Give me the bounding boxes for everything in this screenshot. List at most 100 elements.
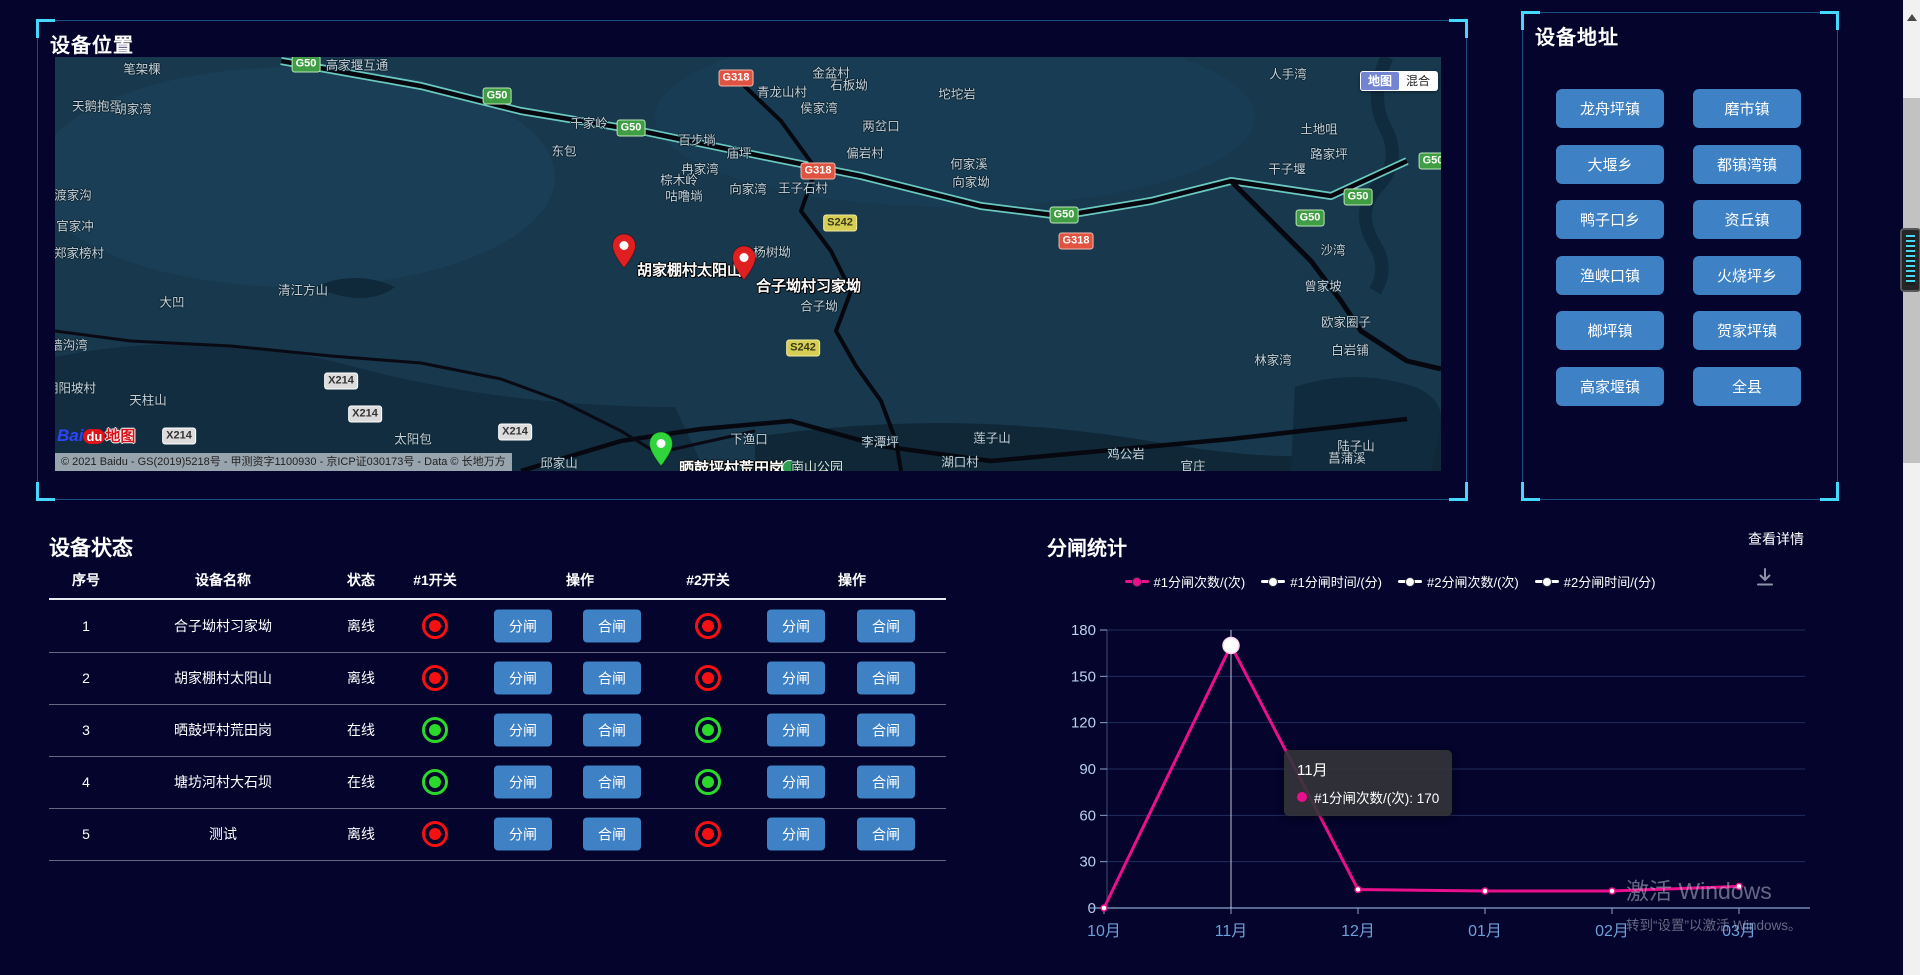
- address-button-2[interactable]: 磨市镇: [1693, 89, 1801, 128]
- map-toggle-hybrid[interactable]: 混合: [1399, 72, 1437, 90]
- road-badge-x214: X214: [348, 406, 382, 423]
- legend-dot: [1542, 577, 1552, 587]
- address-button-10[interactable]: 贺家坪镇: [1693, 311, 1801, 350]
- map-place-label: 土地咀: [1300, 119, 1338, 138]
- switch2-close-button[interactable]: 合闸: [857, 610, 915, 643]
- switch1-close-button[interactable]: 合闸: [583, 818, 641, 851]
- map-marker-label: 晒鼓坪村荒田岗: [679, 457, 784, 471]
- switch2-indicator: [695, 717, 721, 743]
- map-place-label: 向家湾: [729, 179, 767, 198]
- address-button-3[interactable]: 大堰乡: [1556, 145, 1664, 184]
- switch1-indicator: [422, 717, 448, 743]
- address-button-7[interactable]: 渔峡口镇: [1556, 256, 1664, 295]
- address-button-9[interactable]: 榔坪镇: [1556, 311, 1664, 350]
- map-place-label: 偏岩村: [846, 143, 884, 162]
- svg-text:60: 60: [1079, 807, 1096, 824]
- device-status: 离线: [347, 616, 375, 636]
- switch1-close-button[interactable]: 合闸: [583, 662, 641, 695]
- tooltip-series-dot: [1297, 792, 1307, 802]
- switch2-indicator: [695, 613, 721, 639]
- chart-tooltip: 11月 #1分闸次数/(次): 170: [1284, 750, 1452, 816]
- map-place-label: 千家岭: [570, 113, 608, 132]
- map-place-label: 人手湾: [1269, 64, 1307, 83]
- scrollbar-up-arrow[interactable]: [1907, 14, 1917, 21]
- switch1-open-button[interactable]: 分闸: [494, 766, 552, 799]
- map-place-label: 庙坪: [726, 143, 751, 162]
- table-row: 3晒鼓坪村荒田岗在线分闸合闸分闸合闸: [49, 704, 946, 757]
- corner-bracket: [1449, 482, 1468, 501]
- map-place-label: 王子石村: [778, 178, 828, 197]
- switch1-close-button[interactable]: 合闸: [583, 714, 641, 747]
- address-button-6[interactable]: 资丘镇: [1693, 200, 1801, 239]
- switch1-open-button[interactable]: 分闸: [494, 818, 552, 851]
- switch1-open-button[interactable]: 分闸: [494, 610, 552, 643]
- switch1-open-button[interactable]: 分闸: [494, 714, 552, 747]
- device-status: 在线: [347, 720, 375, 740]
- map-marker-red[interactable]: [611, 233, 637, 269]
- map-place-label: 何家溪: [950, 154, 988, 173]
- device-name: 胡家棚村太阳山: [174, 668, 272, 688]
- svg-text:120: 120: [1071, 715, 1096, 732]
- device-address-title: 设备地址: [1535, 21, 1619, 50]
- legend-item[interactable]: #1分闸时间/(分): [1261, 572, 1382, 591]
- address-button-8[interactable]: 火烧坪乡: [1693, 256, 1801, 295]
- map-place-label: 坨坨岩: [938, 84, 976, 103]
- map-place-label: 鸡公岩: [1107, 444, 1145, 463]
- baidu-map[interactable]: 高家堰互通青龙山村金盆村石板坳坨坨岩侯家湾两岔口千家岭东包百步埫庙坪冉家湾棕木岭…: [55, 57, 1441, 471]
- device-status-title: 设备状态: [49, 532, 133, 562]
- map-place-label: 下渔口: [730, 429, 768, 448]
- row-index: 3: [82, 722, 90, 738]
- map-place-label: 官家冲: [56, 216, 94, 235]
- switch2-open-button[interactable]: 分闸: [767, 766, 825, 799]
- view-details-link[interactable]: 查看详情: [1748, 529, 1804, 549]
- map-toggle-map[interactable]: 地图: [1361, 72, 1399, 90]
- svg-text:30: 30: [1079, 854, 1096, 871]
- map-place-label: 邱家山: [540, 453, 578, 472]
- table-header-cell: 操作: [566, 570, 594, 590]
- switch1-close-button[interactable]: 合闸: [583, 610, 641, 643]
- switch2-open-button[interactable]: 分闸: [767, 662, 825, 695]
- switch2-open-button[interactable]: 分闸: [767, 714, 825, 747]
- legend-item[interactable]: #2分闸时间/(分): [1535, 572, 1656, 591]
- map-marker-red[interactable]: [731, 245, 757, 281]
- switch2-open-button[interactable]: 分闸: [767, 610, 825, 643]
- address-button-12[interactable]: 全县: [1693, 367, 1801, 406]
- switch2-close-button[interactable]: 合闸: [857, 714, 915, 747]
- address-button-1[interactable]: 龙舟坪镇: [1556, 89, 1664, 128]
- legend-item[interactable]: #2分闸次数/(次): [1398, 572, 1519, 591]
- switch1-open-button[interactable]: 分闸: [494, 662, 552, 695]
- svg-text:12月: 12月: [1341, 923, 1375, 940]
- map-place-label: 杨树坳: [753, 242, 791, 261]
- address-button-5[interactable]: 鸭子口乡: [1556, 200, 1664, 239]
- switch1-indicator: [422, 821, 448, 847]
- map-place-label: 官庄: [1180, 456, 1205, 472]
- road-badge-g50: G50: [617, 120, 646, 137]
- switch2-open-button[interactable]: 分闸: [767, 818, 825, 851]
- device-location-title: 设备位置: [50, 29, 134, 58]
- table-row: 2胡家棚村太阳山离线分闸合闸分闸合闸: [49, 652, 946, 705]
- svg-text:150: 150: [1071, 668, 1096, 685]
- map-place-label: 白岩铺: [1331, 340, 1369, 359]
- corner-bracket: [36, 482, 55, 501]
- map-place-label: 合子坳: [800, 296, 838, 315]
- map-marker-green[interactable]: [648, 431, 674, 467]
- address-button-11[interactable]: 高家堰镇: [1556, 367, 1664, 406]
- map-place-label: 曾家坡: [1304, 276, 1342, 295]
- map-place-label: 阴阳坡村: [55, 378, 96, 397]
- switch2-close-button[interactable]: 合闸: [857, 766, 915, 799]
- road-badge-s242: S242: [823, 215, 857, 232]
- map-place-label: 石板坳: [830, 75, 868, 94]
- legend-item[interactable]: #1分闸次数/(次): [1125, 572, 1246, 591]
- map-place-label: 东包: [551, 141, 576, 160]
- switch1-close-button[interactable]: 合闸: [583, 766, 641, 799]
- device-status-table: 序号设备名称状态#1开关操作#2开关操作 1合子坳村习家坳离线分闸合闸分闸合闸2…: [49, 566, 949, 862]
- address-button-4[interactable]: 都镇湾镇: [1693, 145, 1801, 184]
- road-badge-g50: G50: [292, 57, 321, 73]
- baidu-logo: Baidu地图: [57, 425, 135, 446]
- switch2-close-button[interactable]: 合闸: [857, 818, 915, 851]
- svg-text:10月: 10月: [1087, 923, 1121, 940]
- download-icon[interactable]: [1754, 566, 1776, 593]
- map-place-label: 欧家圈子: [1321, 312, 1371, 331]
- switch2-close-button[interactable]: 合闸: [857, 662, 915, 695]
- map-place-label: 咕噜埫: [665, 186, 703, 205]
